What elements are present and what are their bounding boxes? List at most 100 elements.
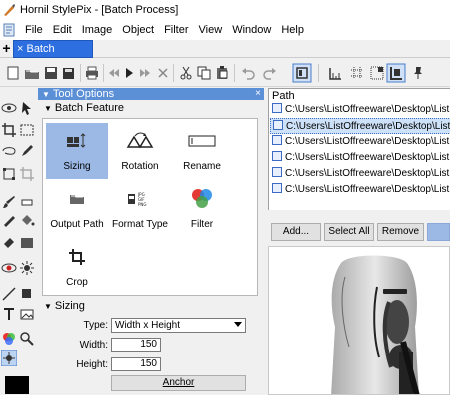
pin-icon[interactable] [410,65,426,81]
last-icon[interactable] [138,65,154,81]
paste-icon[interactable] [214,65,230,81]
crop-tool-icon[interactable] [19,166,35,182]
rect-select-icon[interactable] [19,122,35,138]
menu-image[interactable]: Image [77,24,118,36]
open-folder-icon[interactable] [24,65,40,81]
rename-icon [188,135,216,147]
sizing-section-label: Sizing [54,300,85,312]
feature-rename-label: Rename [183,161,221,172]
list-item[interactable]: C:\Users\ListOffreeware\Desktop\List [270,134,450,150]
copy-icon[interactable] [196,65,212,81]
line-icon[interactable] [1,286,17,302]
gradient-icon[interactable] [19,235,35,251]
menu-help[interactable]: Help [276,24,309,36]
type-select-value: Width x Height [115,320,181,331]
shape-icon[interactable] [19,286,35,302]
menu-filter[interactable]: Filter [159,24,193,36]
red-eye-icon[interactable] [1,260,17,276]
panel-toggle-icon[interactable] [292,63,312,83]
eraser-icon[interactable] [19,194,35,210]
menu-file[interactable]: File [20,24,48,36]
image-object-icon[interactable] [19,306,35,322]
color-picker-icon[interactable] [1,331,17,347]
batch-feature-grid: Sizing Rotation Rename Output Path JPG G… [42,118,258,296]
pen-icon[interactable] [19,143,35,159]
tool-options-header: ▼ Tool Options × [38,88,264,100]
grid-icon[interactable] [349,65,365,81]
dodge-icon[interactable] [1,235,17,251]
new-tab-button[interactable]: + [0,40,13,57]
snap-grid-icon[interactable] [369,65,385,81]
title-bar: Hornil StylePix - [Batch Process] [0,0,450,20]
foreground-color-swatch[interactable] [5,376,29,394]
new-file-icon[interactable] [5,65,21,81]
transform-icon[interactable] [1,166,17,182]
folder-icon [70,195,84,204]
view-eye-icon[interactable] [1,100,17,116]
undo-icon[interactable] [240,65,256,81]
guitar-preview-image [331,255,420,394]
sponge-icon[interactable] [19,260,35,276]
tab-batch-process[interactable]: × Batch Process [13,40,93,71]
save-all-icon[interactable] [60,65,76,81]
type-label: Type: [83,320,108,331]
save-icon[interactable] [43,65,59,81]
anchor-button[interactable]: Anchor [111,375,246,391]
menu-window[interactable]: Window [227,24,276,36]
document-menu-icon[interactable] [2,23,16,37]
feature-crop[interactable]: Crop [46,239,108,295]
brush-icon[interactable] [1,194,17,210]
width-input[interactable]: 150 [111,338,161,352]
svg-text:PNG: PNG [138,202,147,207]
menu-object[interactable]: Object [117,24,159,36]
play-icon[interactable] [121,65,137,81]
path-column-header[interactable]: Path [272,90,295,102]
add-button[interactable]: Add... [271,223,321,241]
sizing-section[interactable]: ▼ Sizing [38,299,85,313]
type-select[interactable]: Width x Height [111,318,246,333]
list-item[interactable]: C:\Users\ListOffreeware\Desktop\List [270,166,450,182]
ruler-icon[interactable] [328,65,344,81]
clone-stamp-icon[interactable] [1,212,17,228]
feature-rename[interactable]: Rename [171,123,233,179]
height-input[interactable]: 150 [111,357,161,371]
crop-select-icon[interactable] [1,122,17,138]
stop-icon[interactable] [155,65,171,81]
collapse-arrow-icon[interactable]: ▼ [42,90,50,99]
crop-icon [69,249,85,265]
tool-options-panel: ▼ Tool Options × ▼ Batch Feature Sizing Ro… [38,88,264,395]
file-list-buttons: Add... Select All Remove [268,223,450,243]
list-item[interactable]: C:\Users\ListOffreeware\Desktop\List [270,118,450,134]
close-icon[interactable]: × [255,88,261,100]
tools-palette [0,88,38,395]
height-label: Height: [76,359,108,370]
list-item[interactable]: C:\Users\ListOffreeware\Desktop\List [270,150,450,166]
feature-filter-label: Filter [190,219,214,230]
pointer-icon[interactable] [19,100,35,116]
file-list: Path C:\Users\ListOffreeware\Desktop\Lis… [268,88,450,210]
cut-icon[interactable] [178,65,194,81]
text-tool-icon[interactable] [1,306,17,322]
list-item[interactable]: C:\Users\ListOffreeware\Desktop\List [270,182,450,198]
lasso-icon[interactable] [1,143,17,159]
select-all-button[interactable]: Select All [324,223,374,241]
fit-window-icon[interactable] [386,63,406,83]
preview-toggle-button[interactable] [427,223,450,241]
image-file-icon [272,103,282,113]
remove-button[interactable]: Remove [377,223,424,241]
batch-feature-section[interactable]: ▼ Batch Feature [38,101,124,115]
filter-icon [192,189,212,208]
redo-icon[interactable] [262,65,278,81]
zoom-icon[interactable] [19,331,35,347]
menu-edit[interactable]: Edit [48,24,77,36]
first-icon[interactable] [105,65,121,81]
list-item[interactable]: C:\Users\ListOffreeware\Desktop\List [270,102,450,118]
feature-filter[interactable]: Filter [171,181,233,237]
print-icon[interactable] [84,65,100,81]
menu-view[interactable]: View [194,24,228,36]
effects-icon[interactable] [1,350,17,366]
image-file-icon [272,151,282,161]
fill-bucket-icon[interactable] [19,212,35,228]
document-tab-bar: + × Batch Process [0,40,450,71]
menu-bar: File Edit Image Object Filter View Windo… [0,20,450,40]
